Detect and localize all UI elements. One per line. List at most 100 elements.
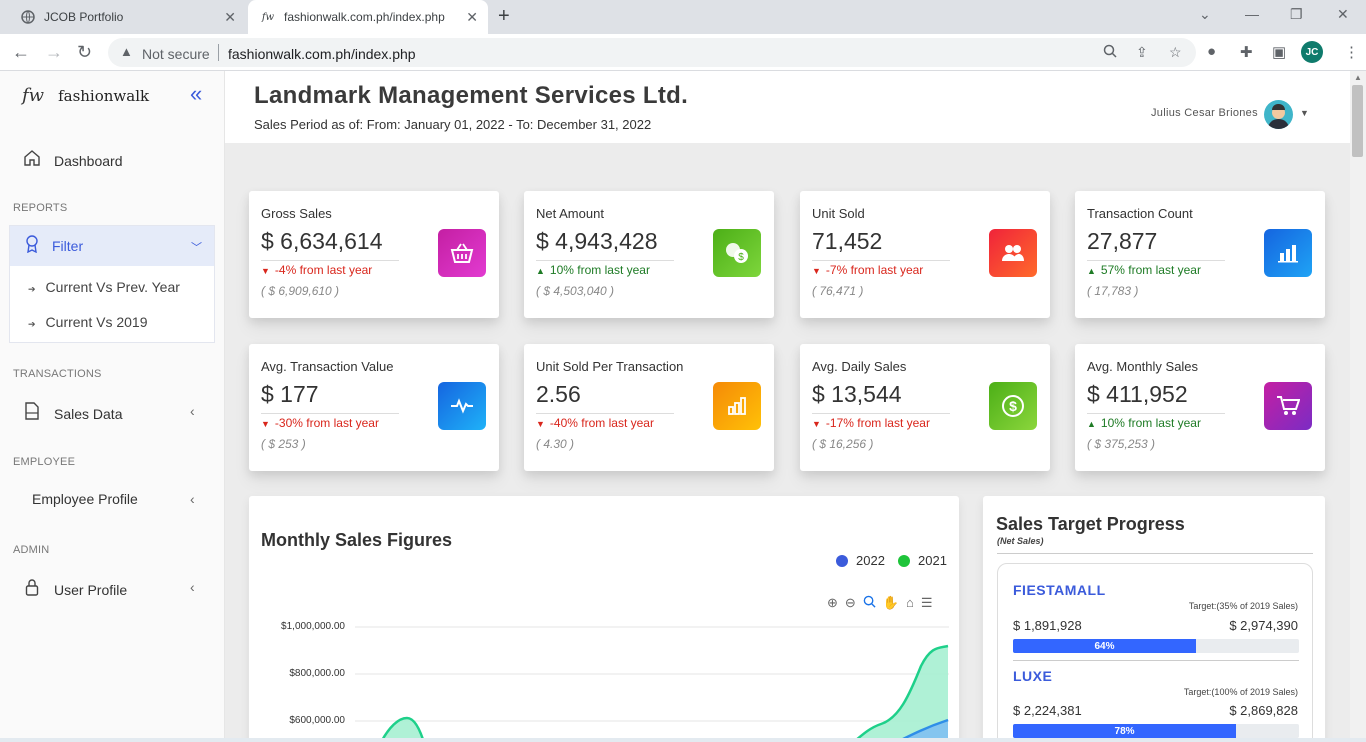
kpi-value: $ 6,634,614	[261, 228, 383, 254]
browser-tab-jcob[interactable]: JCOB Portfolio ✕	[8, 0, 246, 34]
store-actual: $ 2,224,381	[1013, 703, 1082, 718]
section-label-admin: ADMIN	[13, 544, 50, 556]
side-panel-icon[interactable]: ▣	[1272, 43, 1286, 61]
kpi-change-text: -40% from last year	[549, 416, 654, 430]
reload-icon[interactable]: ↻	[77, 42, 92, 63]
omnibox[interactable]: ▲ Not secure fashionwalk.com.ph/index.ph…	[108, 38, 1196, 67]
warning-icon[interactable]: ▲	[120, 44, 133, 59]
scroll-up-icon[interactable]: ▲	[1354, 73, 1362, 82]
lock-icon	[22, 578, 42, 601]
puzzle-icon[interactable]: ✚	[1240, 43, 1253, 61]
url-text[interactable]: fashionwalk.com.ph/index.php	[228, 46, 416, 62]
kpi-value: 71,452	[812, 228, 883, 254]
kpi-change: ▲ 10% from last year	[536, 263, 650, 277]
progress-fill: 64%	[1013, 639, 1197, 653]
sidebar-item-label: Dashboard	[54, 152, 123, 169]
divider	[536, 260, 674, 261]
kpi-value: $ 411,952	[1087, 381, 1188, 407]
triangle-down-icon: ▼	[261, 419, 270, 429]
sidebar-item-dashboard[interactable]: Dashboard	[22, 149, 123, 172]
store-actual: $ 1,891,928	[1013, 618, 1082, 633]
forward-icon[interactable]: →	[45, 42, 63, 63]
sidebar-item-sales-data[interactable]: Sales Data	[22, 402, 122, 425]
filter-item-label: Current Vs Prev. Year	[45, 279, 180, 295]
kpi-card: Gross Sales $ 6,634,614 ▼ -4% from last yea…	[249, 191, 499, 318]
divider	[812, 260, 950, 261]
brand[interactable]: fw fashionwalk	[22, 85, 149, 106]
progress-track: 64%	[1013, 639, 1299, 653]
sidebar-item-label: Sales Data	[54, 405, 123, 422]
tab-title: fashionwalk.com.ph/index.php	[284, 10, 445, 24]
divider	[261, 260, 399, 261]
security-label[interactable]: Not secure	[142, 46, 210, 62]
store-target-note: Target:(35% of 2019 Sales)	[1188, 601, 1298, 611]
kpi-change-text: 10% from last year	[1100, 416, 1201, 430]
dashboard-content: Gross Sales $ 6,634,614 ▼ -4% from last yea…	[225, 143, 1350, 742]
brand-name: fashionwalk	[58, 86, 150, 105]
kpi-card: Transaction Count 27,877 ▲ 57% from last ye…	[1075, 191, 1325, 318]
sidebar-item-filter[interactable]: Filter ﹀	[10, 226, 214, 266]
chevron-left-icon: ‹	[190, 579, 195, 595]
sidebar-item-employee-profile[interactable]: Employee Profile	[32, 491, 138, 507]
coins-icon: $	[713, 229, 761, 277]
close-tab-icon[interactable]: ✕	[224, 9, 236, 26]
filter-item-current-vs-prev[interactable]: ➔ Current Vs Prev. Year	[28, 279, 180, 295]
filter-menu: Filter ﹀ ➔ Current Vs Prev. Year ➔ Current…	[9, 225, 215, 343]
close-tab-icon[interactable]: ✕	[466, 9, 478, 26]
store-target: $ 2,974,390	[1229, 618, 1298, 633]
kpi-change-text: -7% from last year	[825, 263, 924, 277]
tab-search-chevron-icon[interactable]: ⌄	[1199, 6, 1211, 23]
kpi-change: ▼ -17% from last year	[812, 416, 930, 430]
panel-title: Sales Target Progress	[996, 514, 1185, 534]
browser-tab-strip: JCOB Portfolio ✕ fw fashionwalk.com.ph/i…	[0, 0, 1366, 34]
bar-chart-icon	[1264, 229, 1312, 277]
profile-avatar[interactable]: JC	[1301, 41, 1323, 63]
triangle-up-icon: ▲	[536, 266, 545, 276]
extension-icon[interactable]: ●	[1207, 43, 1216, 60]
sidebar-item-label: User Profile	[54, 581, 128, 598]
home-icon	[22, 149, 42, 172]
kpi-label: Avg. Monthly Sales	[1087, 359, 1199, 374]
section-label-employee: EMPLOYEE	[13, 456, 76, 468]
cart-icon	[1264, 382, 1312, 430]
panel-subtitle: (Net Sales)	[997, 536, 1044, 546]
caret-down-icon[interactable]: ▼	[1300, 108, 1309, 118]
restore-icon[interactable]: ❐	[1290, 6, 1303, 23]
chevron-down-icon: ﹀	[191, 242, 202, 254]
user-name[interactable]: Julius Cesar Briones	[1151, 107, 1258, 119]
monthly-sales-chart	[355, 626, 949, 742]
menu-dots-icon[interactable]: ⋮	[1344, 43, 1359, 61]
scroll-thumb[interactable]	[1352, 85, 1363, 157]
award-icon	[24, 234, 40, 258]
new-tab-icon[interactable]: +	[498, 5, 510, 28]
kpi-previous: ( 76,471 )	[812, 284, 864, 298]
kpi-change: ▼ -30% from last year	[261, 416, 379, 430]
bottom-strip	[0, 738, 1366, 742]
share-icon[interactable]: ⇪	[1136, 44, 1148, 61]
page-scrollbar[interactable]: ▲	[1350, 71, 1366, 742]
avatar[interactable]	[1264, 100, 1293, 129]
sidebar-item-user-profile[interactable]: User Profile	[22, 578, 127, 601]
kpi-change: ▲ 10% from last year	[1087, 416, 1201, 430]
close-window-icon[interactable]: ✕	[1337, 6, 1349, 23]
minimize-icon[interactable]: —	[1245, 6, 1259, 22]
kpi-card: Net Amount $ 4,943,428 ▲ 10% from last year…	[524, 191, 774, 318]
collapse-sidebar-icon[interactable]: «	[190, 81, 202, 107]
column-chart-icon	[713, 382, 761, 430]
bookmark-star-icon[interactable]: ☆	[1169, 44, 1182, 61]
zoom-icon[interactable]	[1103, 44, 1117, 61]
back-icon[interactable]: ←	[12, 42, 30, 63]
arrow-right-icon: ➔	[28, 284, 36, 294]
filter-item-current-vs-2019[interactable]: ➔ Current Vs 2019	[28, 314, 148, 330]
kpi-change: ▼ -4% from last year	[261, 263, 372, 277]
triangle-down-icon: ▼	[812, 266, 821, 276]
kpi-change: ▲ 57% from last year	[1087, 263, 1201, 277]
kpi-value: $ 4,943,428	[536, 228, 658, 254]
browser-tab-fashionwalk[interactable]: fw fashionwalk.com.ph/index.php ✕	[248, 0, 488, 34]
divider	[1087, 260, 1225, 261]
divider	[1013, 660, 1299, 661]
store-target: $ 2,869,828	[1229, 703, 1298, 718]
svg-text:$: $	[738, 252, 744, 263]
basket-icon	[438, 229, 486, 277]
kpi-card: Avg. Transaction Value $ 177 ▼ -30% from la…	[249, 344, 499, 471]
